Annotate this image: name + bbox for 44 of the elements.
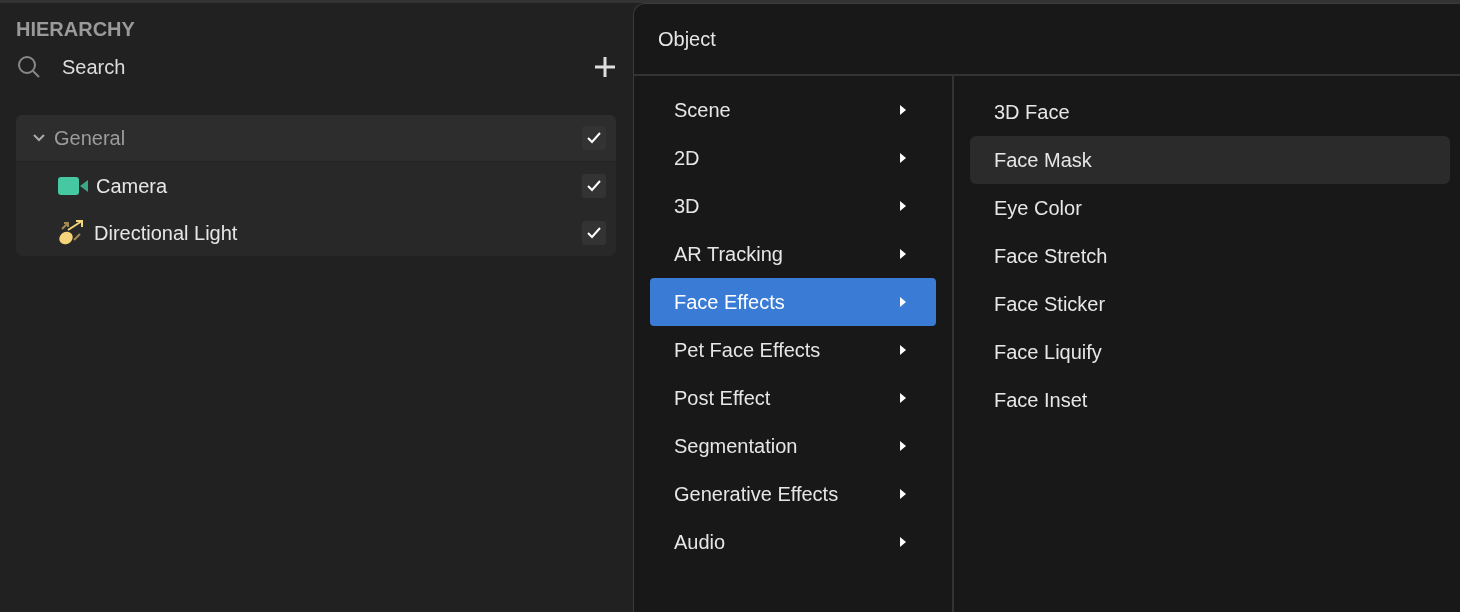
menu-category[interactable]: 2D — [650, 134, 936, 182]
submenu-arrow-icon — [900, 345, 906, 355]
menu-title: Object — [658, 28, 716, 50]
submenu-arrow-icon — [900, 201, 906, 211]
menu-category[interactable]: Segmentation — [650, 422, 936, 470]
submenu-arrow-icon — [900, 393, 906, 403]
submenu-arrow-icon — [900, 249, 906, 259]
submenu-arrow-icon — [900, 441, 906, 451]
menu-item[interactable]: Eye Color — [970, 184, 1450, 232]
menu-category[interactable]: Generative Effects — [650, 470, 936, 518]
menu-category[interactable]: Pet Face Effects — [650, 326, 936, 374]
menu-item[interactable]: Face Sticker — [970, 280, 1450, 328]
checkbox[interactable] — [582, 220, 606, 245]
group-label[interactable]: General — [54, 123, 126, 153]
add-button[interactable] — [594, 56, 616, 78]
submenu-arrow-icon — [900, 153, 906, 163]
menu-item[interactable]: 3D Face — [970, 88, 1450, 136]
menu-item[interactable]: Face Liquify — [970, 328, 1450, 376]
video-camera-icon — [58, 176, 88, 195]
checkmark-icon — [587, 179, 601, 192]
menu-category[interactable]: Audio — [650, 518, 936, 566]
menu-category[interactable]: Post Effect — [650, 374, 936, 422]
menu-item[interactable]: Face Inset — [970, 376, 1450, 424]
checkbox[interactable] — [582, 173, 606, 198]
submenu-arrow-icon — [900, 297, 906, 307]
submenu-arrow-icon — [900, 489, 906, 499]
menu-item[interactable]: Face Stretch — [970, 232, 1450, 280]
menu-category[interactable]: Scene — [650, 86, 936, 134]
tree-item[interactable]: Camera — [96, 170, 168, 201]
checkbox[interactable] — [582, 126, 606, 150]
tree-item[interactable]: Directional Light — [94, 217, 238, 248]
checkmark-icon — [587, 226, 601, 239]
menu-item[interactable]: Face Mask — [970, 136, 1450, 184]
panel-title: HIERARCHY — [16, 17, 136, 41]
light-icon — [58, 219, 86, 246]
menu-category[interactable]: 3D — [650, 182, 936, 230]
search-icon — [16, 54, 42, 80]
checkmark-icon — [587, 132, 601, 144]
plus-icon — [594, 56, 616, 78]
menu-category[interactable]: Face Effects — [650, 278, 936, 326]
search-field[interactable]: Search — [62, 52, 262, 82]
submenu-arrow-icon — [900, 537, 906, 547]
menu-category[interactable]: AR Tracking — [650, 230, 936, 278]
submenu-arrow-icon — [900, 105, 906, 115]
